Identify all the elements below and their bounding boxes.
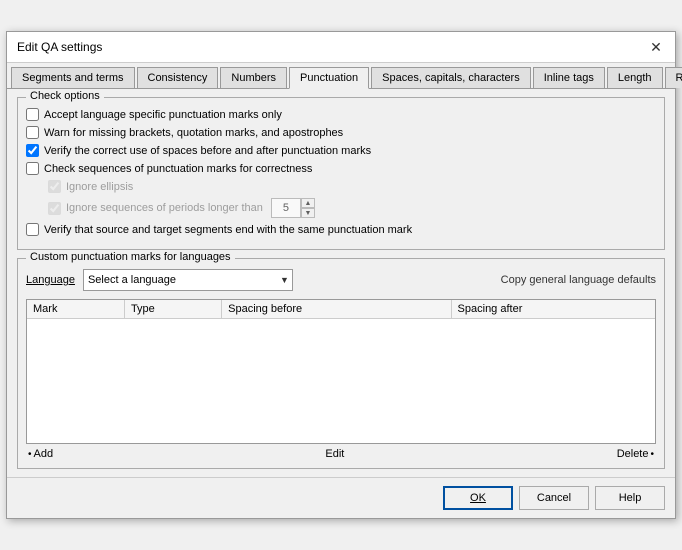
add-bullet: • [28,449,32,460]
main-content: Check options Accept language specific p… [7,89,675,477]
accept-lang-checkbox[interactable] [26,108,39,121]
tab-punctuation[interactable]: Punctuation [289,67,369,89]
close-button[interactable]: ✕ [647,38,665,56]
tab-numbers[interactable]: Numbers [220,67,287,88]
tab-inline-tags[interactable]: Inline tags [533,67,605,88]
punctuation-table-wrap: Mark Type Spacing before Spacing after [26,299,656,444]
language-dropdown-wrapper: Select a language ▼ [83,269,293,291]
col-mark: Mark [27,300,124,319]
spin-down-button[interactable]: ▼ [301,208,315,218]
spin-up-button[interactable]: ▲ [301,198,315,208]
table-header: Mark Type Spacing before Spacing after [27,300,655,319]
edit-label[interactable]: Edit [325,448,344,460]
dialog: Edit QA settings ✕ Segments and terms Co… [6,31,676,519]
delete-action[interactable]: Delete • [617,448,656,460]
tab-consistency[interactable]: Consistency [137,67,219,88]
language-row: Language Select a language ▼ Copy genera… [26,269,656,291]
delete-label[interactable]: Delete [617,448,649,460]
language-select[interactable]: Select a language [83,269,293,291]
warn-brackets-checkbox[interactable] [26,126,39,139]
accept-lang-label: Accept language specific punctuation mar… [44,109,282,121]
custom-punctuation-group: Custom punctuation marks for languages L… [17,258,665,469]
add-label[interactable]: Add [34,448,54,460]
spin-buttons: ▲ ▼ [301,198,315,218]
check-options-title: Check options [26,90,104,102]
verify-spaces-label: Verify the correct use of spaces before … [44,145,371,157]
tab-spaces-capitals[interactable]: Spaces, capitals, characters [371,67,531,88]
language-label: Language [26,274,75,286]
check-options-group: Check options Accept language specific p… [17,97,665,250]
custom-punctuation-title: Custom punctuation marks for languages [26,251,235,263]
periods-value-input[interactable] [271,198,301,218]
verify-same-end-label: Verify that source and target segments e… [44,224,412,236]
tab-segments-terms[interactable]: Segments and terms [11,67,135,88]
tab-bar: Segments and terms Consistency Numbers P… [7,63,675,89]
check-sequences-checkbox[interactable] [26,162,39,175]
sub-checkboxes: Ignore ellipsis Ignore sequences of peri… [48,180,656,218]
cancel-button[interactable]: Cancel [519,486,589,510]
ignore-periods-checkbox[interactable] [48,202,61,215]
warn-brackets-label: Warn for missing brackets, quotation mar… [44,127,343,139]
tab-length[interactable]: Length [607,67,663,88]
checkbox-row-ignore-ellipsis: Ignore ellipsis [48,180,656,193]
checkbox-row-accept-lang: Accept language specific punctuation mar… [26,108,656,121]
periods-value-wrap: ▲ ▼ [271,198,315,218]
col-spacing-after: Spacing after [451,300,655,319]
copy-defaults-link[interactable]: Copy general language defaults [501,274,656,286]
dialog-title: Edit QA settings [17,40,102,54]
tab-regex[interactable]: Regex [665,67,682,88]
add-action[interactable]: • Add [26,448,53,460]
checkbox-row-ignore-periods: Ignore sequences of periods longer than … [48,198,656,218]
col-type: Type [124,300,221,319]
bottom-buttons: OK Cancel Help [7,477,675,518]
ignore-ellipsis-checkbox[interactable] [48,180,61,193]
checkbox-row-verify-same-end: Verify that source and target segments e… [26,223,656,236]
ignore-periods-label: Ignore sequences of periods longer than [66,202,263,214]
col-spacing-before: Spacing before [222,300,451,319]
checkbox-row-verify-spaces: Verify the correct use of spaces before … [26,144,656,157]
punctuation-table: Mark Type Spacing before Spacing after [27,300,655,319]
verify-spaces-checkbox[interactable] [26,144,39,157]
table-actions: • Add Edit Delete • [26,448,656,460]
ignore-ellipsis-label: Ignore ellipsis [66,181,133,193]
delete-bullet: • [650,449,654,460]
checkbox-row-check-sequences: Check sequences of punctuation marks for… [26,162,656,175]
title-bar: Edit QA settings ✕ [7,32,675,63]
ok-button[interactable]: OK [443,486,513,510]
ok-label: OK [470,492,486,504]
verify-same-end-checkbox[interactable] [26,223,39,236]
edit-action[interactable]: Edit [325,448,344,460]
help-button[interactable]: Help [595,486,665,510]
checkbox-row-warn-brackets: Warn for missing brackets, quotation mar… [26,126,656,139]
check-sequences-label: Check sequences of punctuation marks for… [44,163,312,175]
